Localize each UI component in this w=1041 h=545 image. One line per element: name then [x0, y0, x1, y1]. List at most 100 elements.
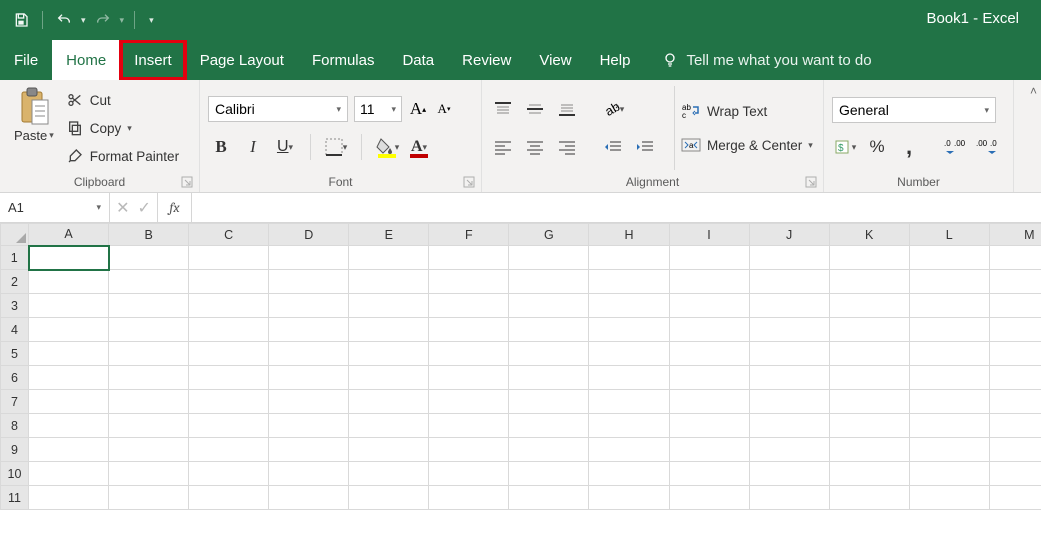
cell[interactable] [429, 486, 509, 510]
cell[interactable] [429, 246, 509, 270]
select-all-corner[interactable] [1, 224, 29, 246]
qat-customize-dropdown[interactable]: ▾ [145, 15, 158, 26]
cell[interactable] [989, 390, 1041, 414]
cell[interactable] [909, 246, 989, 270]
cell[interactable] [589, 270, 669, 294]
cell[interactable] [29, 366, 109, 390]
cell[interactable] [589, 318, 669, 342]
cell[interactable] [109, 390, 189, 414]
align-left-icon[interactable] [490, 134, 516, 160]
cell[interactable] [589, 438, 669, 462]
orientation-button[interactable]: ab▾ [600, 96, 626, 122]
cell[interactable] [909, 270, 989, 294]
cell[interactable] [349, 342, 429, 366]
cell[interactable] [109, 438, 189, 462]
tab-view[interactable]: View [525, 40, 585, 80]
row-header[interactable]: 1 [1, 246, 29, 270]
increase-indent-icon[interactable] [632, 134, 658, 160]
align-top-icon[interactable] [490, 96, 516, 122]
cell[interactable] [349, 294, 429, 318]
cell[interactable] [269, 390, 349, 414]
comma-style-button[interactable]: , [896, 135, 922, 159]
cell[interactable] [589, 390, 669, 414]
cell[interactable] [989, 366, 1041, 390]
cell[interactable] [29, 486, 109, 510]
alignment-launcher-icon[interactable] [805, 176, 817, 188]
fx-icon[interactable]: fx [158, 193, 192, 222]
column-header[interactable]: E [349, 224, 429, 246]
cell[interactable] [989, 294, 1041, 318]
cell[interactable] [29, 270, 109, 294]
cell[interactable] [829, 486, 909, 510]
font-name-select[interactable]: Calibri▾ [208, 96, 348, 122]
cell[interactable] [589, 342, 669, 366]
cell[interactable] [669, 366, 749, 390]
cell[interactable] [269, 414, 349, 438]
cell[interactable] [109, 342, 189, 366]
column-header[interactable]: L [909, 224, 989, 246]
cell[interactable] [189, 270, 269, 294]
percent-button[interactable]: % [864, 135, 890, 159]
cell[interactable] [749, 414, 829, 438]
redo-icon[interactable] [92, 9, 114, 31]
cell[interactable] [349, 318, 429, 342]
merge-dropdown[interactable]: ▾ [808, 140, 813, 151]
cell[interactable] [749, 318, 829, 342]
cell[interactable] [829, 318, 909, 342]
cell[interactable] [269, 294, 349, 318]
cell[interactable] [429, 342, 509, 366]
cell[interactable] [989, 270, 1041, 294]
cell[interactable] [109, 294, 189, 318]
cell[interactable] [989, 414, 1041, 438]
cell[interactable] [909, 390, 989, 414]
cell[interactable] [429, 390, 509, 414]
row-header[interactable]: 7 [1, 390, 29, 414]
cell[interactable] [189, 342, 269, 366]
cell[interactable] [669, 294, 749, 318]
number-format-select[interactable]: General▾ [832, 97, 996, 123]
cell[interactable] [349, 438, 429, 462]
align-middle-icon[interactable] [522, 96, 548, 122]
cell[interactable] [29, 294, 109, 318]
column-header[interactable]: J [749, 224, 829, 246]
cell[interactable] [989, 318, 1041, 342]
cell[interactable] [429, 462, 509, 486]
cell[interactable] [589, 462, 669, 486]
cell[interactable] [509, 270, 589, 294]
cell[interactable] [669, 462, 749, 486]
cell[interactable] [269, 486, 349, 510]
cell[interactable] [429, 366, 509, 390]
copy-button[interactable]: Copy ▾ [66, 117, 179, 139]
cell[interactable] [429, 438, 509, 462]
cell[interactable] [509, 246, 589, 270]
align-bottom-icon[interactable] [554, 96, 580, 122]
cell[interactable] [109, 486, 189, 510]
cell[interactable] [29, 342, 109, 366]
cell[interactable] [669, 342, 749, 366]
cell[interactable] [749, 390, 829, 414]
cell[interactable] [589, 486, 669, 510]
cell[interactable] [189, 246, 269, 270]
cell[interactable] [349, 462, 429, 486]
undo-dropdown[interactable]: ▾ [81, 15, 86, 26]
cell[interactable] [109, 270, 189, 294]
decrease-font-icon[interactable]: A▾ [434, 99, 454, 119]
increase-decimal-icon[interactable]: .0.00 [942, 135, 968, 159]
cell[interactable] [269, 438, 349, 462]
borders-button[interactable]: ▾ [323, 134, 349, 160]
cell[interactable] [509, 342, 589, 366]
cell[interactable] [29, 438, 109, 462]
row-header[interactable]: 3 [1, 294, 29, 318]
column-header[interactable]: F [429, 224, 509, 246]
spreadsheet-grid[interactable]: ABCDEFGHIJKLM1234567891011 [0, 223, 1041, 545]
collapse-ribbon-icon[interactable]: ˄ [1030, 80, 1037, 98]
cell[interactable] [749, 294, 829, 318]
tab-data[interactable]: Data [388, 40, 448, 80]
cell[interactable] [269, 270, 349, 294]
bold-button[interactable]: B [208, 134, 234, 160]
cell[interactable] [189, 366, 269, 390]
tab-formulas[interactable]: Formulas [298, 40, 389, 80]
row-header[interactable]: 5 [1, 342, 29, 366]
cell[interactable] [989, 486, 1041, 510]
tab-review[interactable]: Review [448, 40, 525, 80]
